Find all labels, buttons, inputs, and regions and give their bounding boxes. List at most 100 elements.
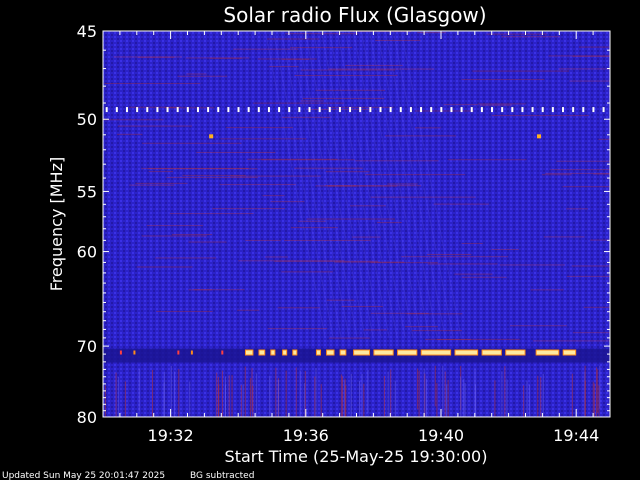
noise-streak xyxy=(443,104,478,106)
interference-dot xyxy=(338,107,341,113)
noise-streak xyxy=(104,82,201,84)
x-tick-label: 19:44 xyxy=(553,426,599,445)
noise-streak xyxy=(152,369,154,417)
noise-streak xyxy=(540,377,542,417)
interference-dot xyxy=(470,107,473,113)
noise-streak xyxy=(359,380,361,417)
interference-dot xyxy=(359,107,362,113)
noise-streak xyxy=(169,213,254,215)
noise-streak xyxy=(275,367,277,417)
noise-streak xyxy=(569,80,610,82)
noise-streak xyxy=(529,384,531,417)
interference-dot xyxy=(531,107,534,113)
noise-streak xyxy=(137,56,175,58)
interference-dot xyxy=(318,107,321,113)
interference-dot xyxy=(267,107,270,113)
interference-dot xyxy=(186,107,189,113)
noise-streak xyxy=(295,367,297,417)
noise-streak xyxy=(228,375,230,417)
noise-streak xyxy=(566,208,588,210)
interference-dot xyxy=(592,107,595,113)
noise-streak xyxy=(461,242,483,244)
noise-streak xyxy=(178,369,180,417)
x-axis-label: Start Time (25-May-25 19:30:00) xyxy=(225,447,488,466)
noise-streak xyxy=(461,79,545,81)
noise-streak xyxy=(406,313,463,315)
interference-dot xyxy=(460,107,463,113)
noise-streak xyxy=(141,167,249,169)
interference-dot xyxy=(450,107,453,113)
noise-streak xyxy=(242,384,244,417)
noise-streak xyxy=(262,195,285,197)
noise-streak xyxy=(501,371,503,417)
burst-spot xyxy=(537,134,542,139)
noise-streak xyxy=(300,100,324,102)
noise-streak xyxy=(231,375,233,417)
noise-streak xyxy=(385,135,457,137)
noise-streak xyxy=(115,372,117,417)
y-tick-label: 55 xyxy=(77,182,97,201)
y-tick-label: 80 xyxy=(77,408,97,427)
noise-streak xyxy=(219,184,297,186)
noise-streak xyxy=(499,264,565,266)
interference-dot xyxy=(176,107,179,113)
noise-streak xyxy=(501,36,561,38)
interference-dot xyxy=(551,107,554,113)
noise-streak xyxy=(142,142,242,144)
burst-segment xyxy=(563,350,576,355)
noise-streak xyxy=(315,89,386,91)
noise-streak xyxy=(491,248,519,250)
noise-streak xyxy=(425,378,427,417)
interference-dot xyxy=(521,107,524,113)
noise-streak xyxy=(253,102,345,104)
noise-streak xyxy=(216,372,218,417)
noise-streak xyxy=(255,373,257,417)
noise-streak xyxy=(543,236,585,238)
noise-streak xyxy=(583,306,610,308)
noise-streak xyxy=(454,273,493,275)
noise-streak xyxy=(212,208,285,210)
burst-segment xyxy=(316,350,321,355)
noise-streak xyxy=(404,326,438,328)
noise-streak xyxy=(104,385,106,417)
noise-streak xyxy=(344,378,346,417)
noise-streak xyxy=(460,376,462,417)
y-tick-label: 60 xyxy=(77,243,97,262)
noise-streak xyxy=(281,58,310,60)
noise-streak xyxy=(542,373,544,417)
noise-streak xyxy=(225,376,227,417)
noise-streak xyxy=(562,186,610,188)
burst-segment xyxy=(482,350,501,355)
y-axis-label: Frequency [MHz] xyxy=(47,157,66,291)
noise-streak xyxy=(135,182,188,184)
noise-streak xyxy=(571,265,610,267)
interference-dot xyxy=(136,107,139,113)
burst-segment xyxy=(283,350,287,355)
noise-streak xyxy=(442,365,444,412)
interference-dot xyxy=(501,107,504,113)
noise-streak xyxy=(417,368,419,410)
burst-segment xyxy=(455,350,478,355)
noise-streak xyxy=(193,289,245,291)
spectrogram-chart: Solar radio Flux (Glasgow) 455055607080 … xyxy=(2,3,611,480)
noise-streak xyxy=(352,236,381,238)
interference-dot xyxy=(582,107,585,113)
noise-streak xyxy=(383,375,385,417)
noise-streak xyxy=(367,370,369,414)
interference-dot xyxy=(409,107,412,113)
noise-streak xyxy=(237,309,260,311)
noise-streak xyxy=(376,222,402,224)
burst-segment xyxy=(421,350,451,355)
noise-streak xyxy=(491,115,589,117)
noise-streak xyxy=(341,305,383,307)
x-tick-label: 19:40 xyxy=(418,426,464,445)
interference-dot xyxy=(146,107,149,113)
noise-streak xyxy=(433,203,489,205)
interference-dot xyxy=(379,107,382,113)
interference-dot xyxy=(227,107,230,113)
noise-streak xyxy=(461,276,507,278)
noise-streak xyxy=(434,365,436,407)
noise-streak xyxy=(177,75,228,77)
noise-streak xyxy=(290,47,353,49)
noise-streak xyxy=(240,384,242,417)
